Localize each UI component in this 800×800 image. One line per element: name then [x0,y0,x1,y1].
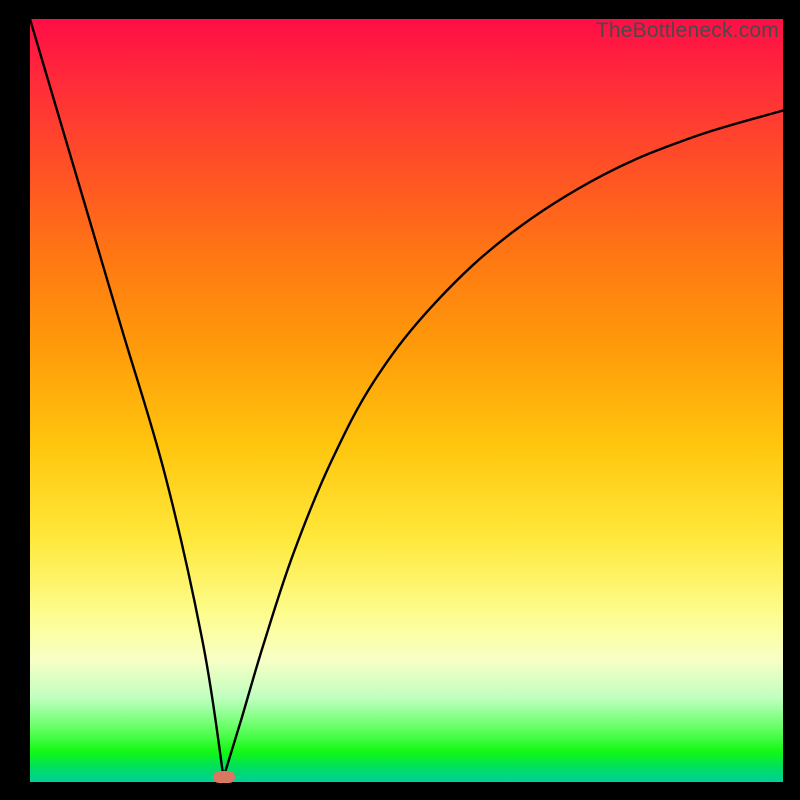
watermark-text: TheBottleneck.com [596,19,779,43]
gradient-plot-area: TheBottleneck.com [30,19,783,782]
optimal-point-marker [213,771,235,783]
curve-left-branch [30,19,224,777]
bottleneck-curve [30,19,783,782]
curve-right-branch [224,111,783,778]
